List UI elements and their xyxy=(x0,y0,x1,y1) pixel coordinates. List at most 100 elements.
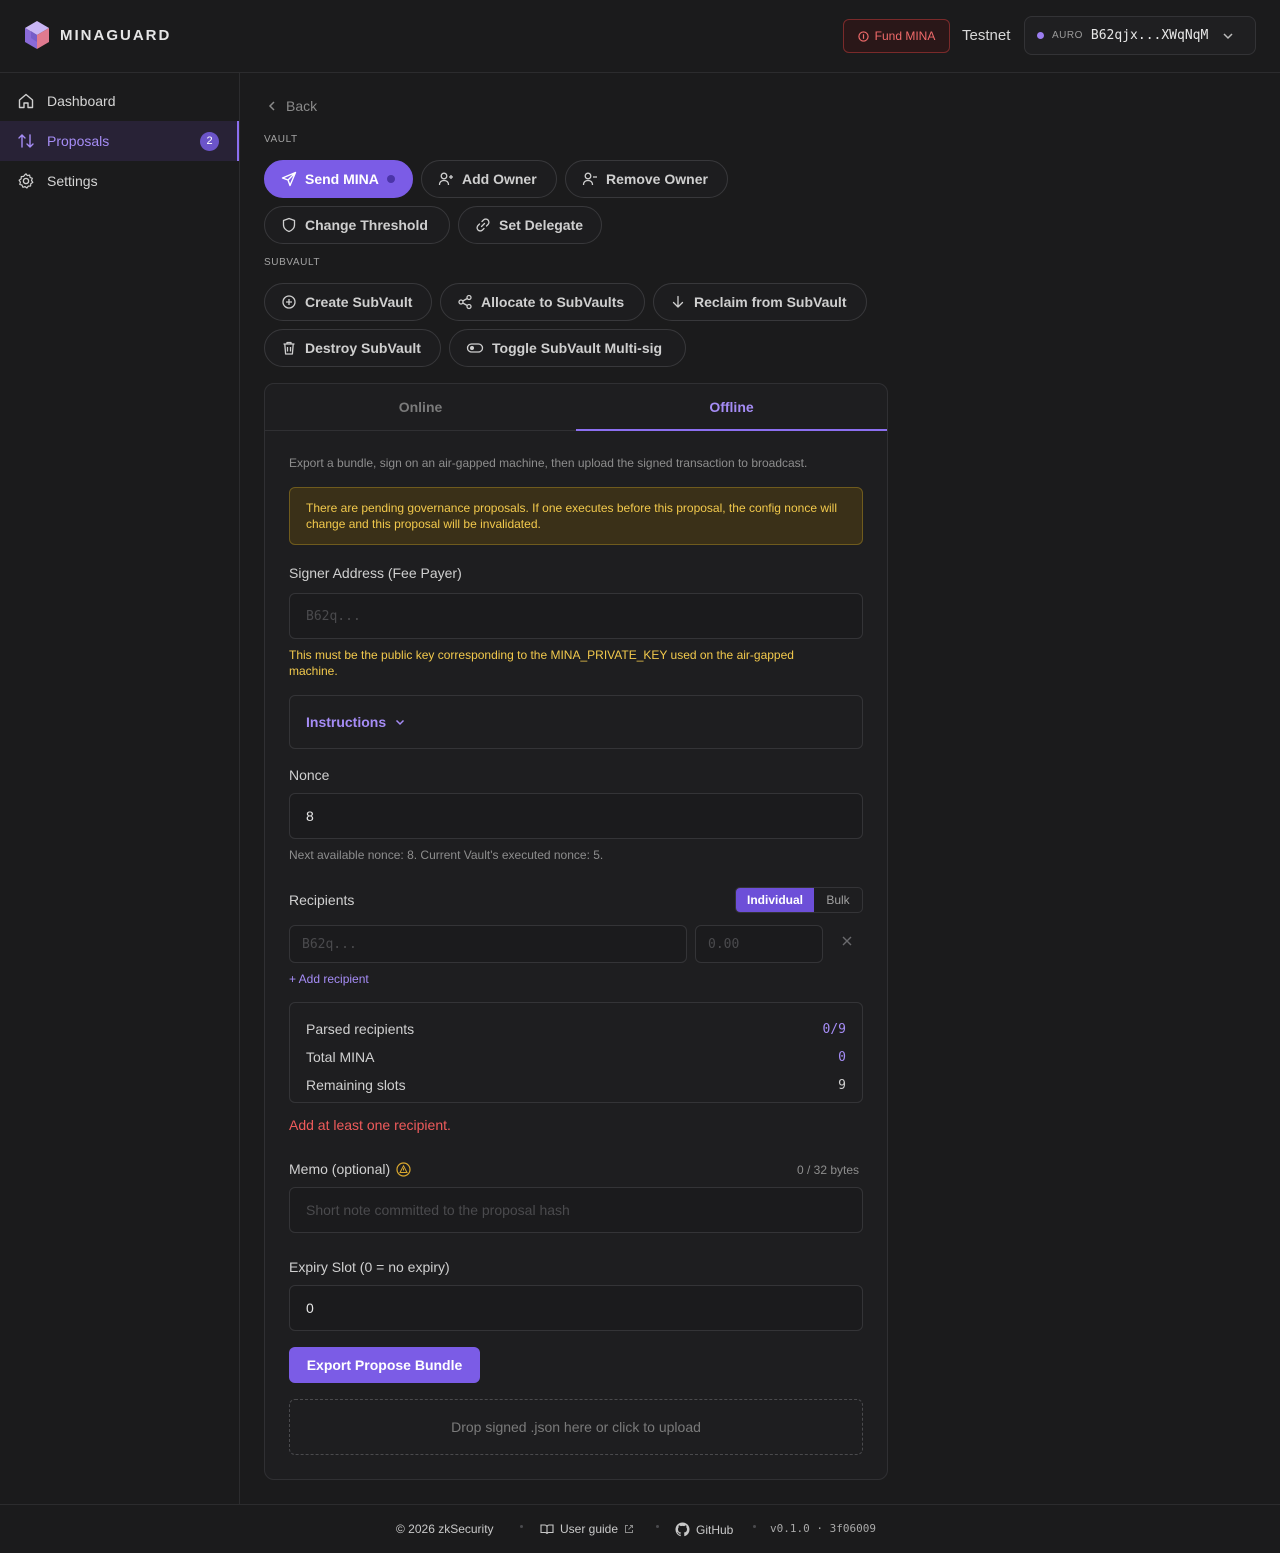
plus-circle-icon xyxy=(282,295,296,309)
sidebar-item-dashboard[interactable]: Dashboard xyxy=(0,81,239,121)
cube-logo-icon xyxy=(25,21,49,49)
subvault-section-label: SUBVAULT xyxy=(264,257,321,268)
wallet-address: B62qjx...XWqNqM xyxy=(1090,28,1209,43)
expiry-slot-value: 0 xyxy=(306,1300,314,1316)
coin-icon xyxy=(857,30,869,42)
instructions-toggle[interactable]: Instructions xyxy=(289,695,863,749)
set-delegate-button[interactable]: Set Delegate xyxy=(458,206,602,244)
export-propose-bundle-button[interactable]: Export Propose Bundle xyxy=(289,1347,480,1383)
pending-proposals-warning: There are pending governance proposals. … xyxy=(289,487,863,545)
memo-input[interactable]: Short note committed to the proposal has… xyxy=(289,1187,863,1233)
reclaim-from-subvault-button[interactable]: Reclaim from SubVault xyxy=(653,283,867,321)
toggle-subvault-multisig-button[interactable]: Toggle SubVault Multi-sig xyxy=(449,329,686,367)
shield-icon xyxy=(282,217,296,233)
vault-section-label: VAULT xyxy=(264,134,298,145)
nonce-label: Nonce xyxy=(289,767,330,783)
home-icon xyxy=(18,93,34,109)
summary-value: 0/9 xyxy=(822,1021,846,1037)
trash-icon xyxy=(283,341,295,355)
send-mina-label: Send MINA xyxy=(305,171,379,187)
nonce-value: 8 xyxy=(306,808,314,824)
warning-icon[interactable] xyxy=(396,1161,411,1177)
expiry-slot-input[interactable]: 0 xyxy=(289,1285,863,1331)
sidebar-item-label: Settings xyxy=(47,173,98,189)
user-guide-link[interactable]: User guide xyxy=(540,1522,634,1536)
signer-address-placeholder: B62q... xyxy=(306,608,361,624)
tab-online[interactable]: Online xyxy=(265,384,576,430)
signed-json-dropzone[interactable]: Drop signed .json here or click to uploa… xyxy=(289,1399,863,1455)
share-icon xyxy=(458,294,472,310)
github-link[interactable]: GitHub xyxy=(675,1522,733,1537)
user-plus-icon xyxy=(438,172,453,186)
destroy-subvault-button[interactable]: Destroy SubVault xyxy=(264,329,441,367)
book-icon xyxy=(540,1524,554,1535)
summary-row: Remaining slots 9 xyxy=(306,1071,846,1099)
sidebar-item-settings[interactable]: Settings xyxy=(0,161,239,201)
recipient-mode-toggle: Individual Bulk xyxy=(735,887,863,913)
summary-row: Total MINA 0 xyxy=(306,1043,846,1071)
sidebar-item-label: Dashboard xyxy=(47,93,116,109)
remove-owner-button[interactable]: Remove Owner xyxy=(565,160,728,198)
arrow-down-icon xyxy=(672,295,684,308)
top-bar: MINAGUARD Fund MINA Testnet AURO B62qjx.… xyxy=(0,0,1280,73)
recipients-label: Recipients xyxy=(289,892,355,908)
chevron-down-icon xyxy=(396,719,405,726)
send-mina-button[interactable]: Send MINA xyxy=(264,160,413,198)
allocate-to-subvaults-button[interactable]: Allocate to SubVaults xyxy=(440,283,645,321)
footer-separator xyxy=(753,1525,756,1528)
close-icon[interactable] xyxy=(841,935,853,947)
link-icon xyxy=(476,218,490,232)
version-info: v0.1.0 · 3f06009 xyxy=(770,1522,876,1535)
summary-label: Parsed recipients xyxy=(306,1021,415,1037)
fund-mina-button[interactable]: Fund MINA xyxy=(843,19,950,53)
summary-label: Total MINA xyxy=(306,1049,375,1065)
sidebar-item-proposals[interactable]: Proposals 2 xyxy=(0,121,239,161)
toggle-icon xyxy=(466,343,484,353)
destroy-subvault-label: Destroy SubVault xyxy=(305,340,421,356)
mode-tabs: Online Offline xyxy=(265,384,887,431)
send-icon xyxy=(281,171,297,187)
wallet-provider: AURO xyxy=(1052,30,1083,41)
change-threshold-button[interactable]: Change Threshold xyxy=(264,206,450,244)
dropzone-label: Drop signed .json here or click to uploa… xyxy=(451,1419,701,1435)
signer-address-input[interactable]: B62q... xyxy=(289,593,863,639)
toggle-subvault-multisig-label: Toggle SubVault Multi-sig xyxy=(492,340,663,356)
add-owner-label: Add Owner xyxy=(462,171,537,187)
add-recipient-link[interactable]: + Add recipient xyxy=(289,972,369,986)
summary-label: Remaining slots xyxy=(306,1077,406,1093)
recipient-amount-input[interactable]: 0.00 xyxy=(695,925,823,963)
recipients-summary: Parsed recipients 0/9 Total MINA 0 Remai… xyxy=(289,1002,863,1103)
create-subvault-button[interactable]: Create SubVault xyxy=(264,283,432,321)
github-label: GitHub xyxy=(696,1522,734,1537)
recipient-address-placeholder: B62q... xyxy=(302,936,357,952)
allocate-to-subvaults-label: Allocate to SubVaults xyxy=(481,294,625,310)
summary-value: 9 xyxy=(838,1077,846,1093)
brand-name: MINAGUARD xyxy=(60,26,172,44)
mode-bulk[interactable]: Bulk xyxy=(814,888,862,912)
nonce-hint: Next available nonce: 8. Current Vault's… xyxy=(289,848,604,862)
back-link[interactable]: Back xyxy=(266,98,317,114)
nonce-input[interactable]: 8 xyxy=(289,793,863,839)
offline-description: Export a bundle, sign on an air-gapped m… xyxy=(289,456,808,470)
proposal-form-panel: Online Offline Export a bundle, sign on … xyxy=(264,383,888,1480)
gear-icon xyxy=(18,173,34,189)
summary-value: 0 xyxy=(838,1049,846,1065)
add-owner-button[interactable]: Add Owner xyxy=(421,160,557,198)
brand-logo[interactable]: MINAGUARD xyxy=(24,20,171,50)
signer-address-hint: This must be the public key correspondin… xyxy=(289,648,794,678)
back-label: Back xyxy=(286,98,318,114)
wallet-selector[interactable]: AURO B62qjx...XWqNqM xyxy=(1024,16,1256,55)
external-link-icon xyxy=(625,1525,634,1533)
set-delegate-label: Set Delegate xyxy=(499,217,584,233)
memo-placeholder: Short note committed to the proposal has… xyxy=(306,1202,570,1218)
chevron-left-icon xyxy=(268,101,275,111)
recipient-address-input[interactable]: B62q... xyxy=(289,925,687,963)
mode-individual[interactable]: Individual xyxy=(736,888,814,912)
footer-separator xyxy=(656,1525,659,1528)
copyright: © 2026 zkSecurity xyxy=(396,1522,494,1536)
instructions-label: Instructions xyxy=(306,714,387,730)
tab-offline[interactable]: Offline xyxy=(576,384,887,431)
active-indicator-dot xyxy=(386,175,395,183)
network-label[interactable]: Testnet xyxy=(962,27,1010,44)
footer: © 2026 zkSecurity User guide GitHub v0.1… xyxy=(0,1504,1280,1553)
